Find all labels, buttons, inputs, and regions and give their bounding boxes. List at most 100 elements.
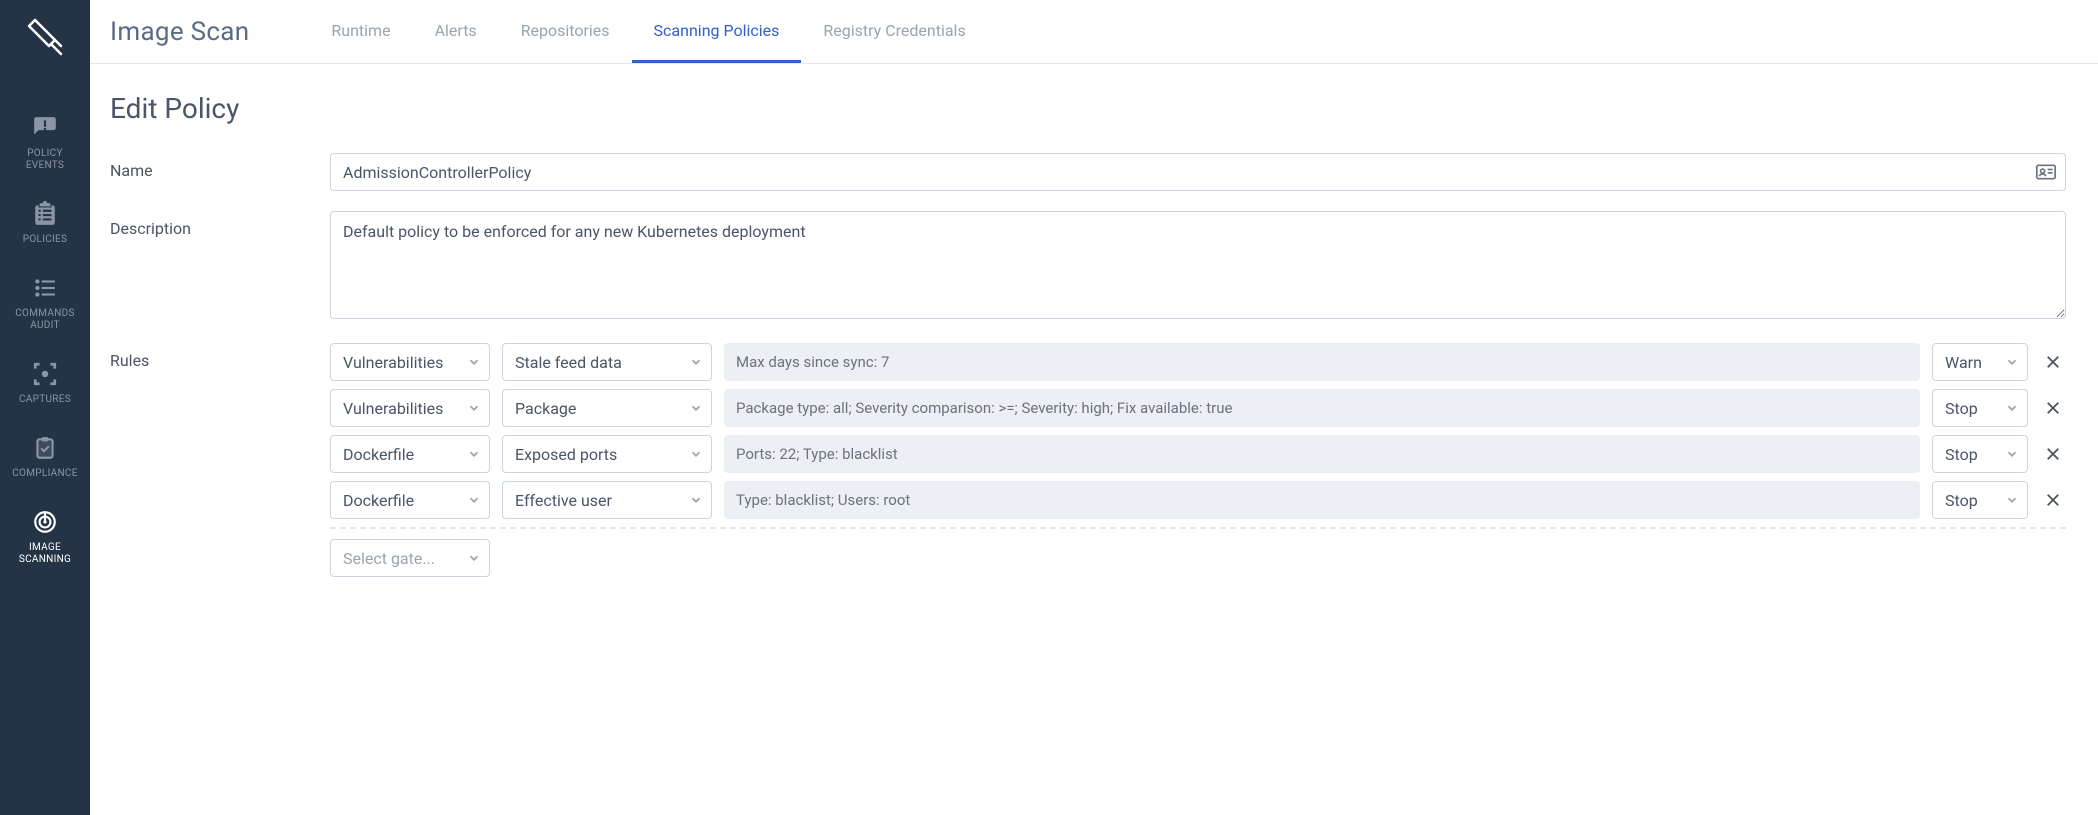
rule-remove-button[interactable] (2040, 445, 2066, 463)
rule-gate-select[interactable]: Vulnerabilities (330, 389, 490, 427)
select-value: Stop (1945, 491, 1978, 510)
id-card-icon (2036, 164, 2056, 180)
clipboard-check-icon (31, 434, 59, 462)
rule-action-select[interactable]: Stop (1932, 435, 2028, 473)
select-placeholder: Select gate... (343, 549, 435, 568)
close-icon (2044, 353, 2062, 371)
rule-params-display[interactable]: Package type: all; Severity comparison: … (724, 389, 1920, 427)
rule-trigger-select[interactable]: Exposed ports (502, 435, 712, 473)
sidebar-item-compliance[interactable]: COMPLIANCE (0, 420, 90, 494)
page-heading: Edit Policy (110, 92, 2066, 125)
rule-gate-select[interactable]: Dockerfile (330, 481, 490, 519)
tab-label: Registry Credentials (823, 21, 965, 40)
chevron-down-icon (467, 355, 481, 369)
tab-runtime[interactable]: Runtime (309, 0, 412, 63)
main: Image Scan Runtime Alerts Repositories S… (90, 0, 2098, 815)
rule-trigger-select[interactable]: Package (502, 389, 712, 427)
rule-params-text: Ports: 22; Type: blacklist (736, 445, 898, 463)
chevron-down-icon (467, 401, 481, 415)
chevron-down-icon (467, 551, 481, 565)
sidebar-item-captures[interactable]: CAPTURES (0, 346, 90, 420)
capture-icon (31, 360, 59, 388)
chevron-down-icon (2005, 401, 2019, 415)
tab-scanning-policies[interactable]: Scanning Policies (632, 0, 802, 63)
rule-params-display[interactable]: Ports: 22; Type: blacklist (724, 435, 1920, 473)
select-value: Dockerfile (343, 445, 414, 464)
select-value: Warn (1945, 353, 1982, 372)
clipboard-icon (31, 200, 59, 228)
select-value: Vulnerabilities (343, 353, 443, 372)
chevron-down-icon (2005, 355, 2019, 369)
tabs: Runtime Alerts Repositories Scanning Pol… (309, 0, 987, 63)
chevron-down-icon (689, 493, 703, 507)
select-value: Package (515, 399, 576, 418)
close-icon (2044, 445, 2062, 463)
rule-action-select[interactable]: Warn (1932, 343, 2028, 381)
tab-registry-credentials[interactable]: Registry Credentials (801, 0, 987, 63)
chevron-down-icon (689, 401, 703, 415)
rule-params-text: Max days since sync: 7 (736, 353, 889, 371)
list-icon (31, 274, 59, 302)
rule-params-text: Type: blacklist; Users: root (736, 491, 910, 509)
tab-label: Scanning Policies (654, 21, 780, 40)
module-title: Image Scan (110, 17, 249, 47)
sidebar-item-policy-events[interactable]: POLICY EVENTS (0, 100, 90, 186)
rule-params-text: Package type: all; Severity comparison: … (736, 399, 1232, 417)
chevron-down-icon (2005, 447, 2019, 461)
sidebar-item-label: COMPLIANCE (12, 468, 77, 480)
rule-remove-button[interactable] (2040, 491, 2066, 509)
name-input[interactable] (330, 153, 2066, 191)
tab-alerts[interactable]: Alerts (413, 0, 499, 63)
form-row-name: Name (110, 153, 2066, 191)
rule-trigger-select[interactable]: Effective user (502, 481, 712, 519)
sidebar-item-label: CAPTURES (19, 394, 71, 406)
sidebar-item-image-scanning[interactable]: IMAGE SCANNING (0, 494, 90, 580)
rule-params-display[interactable]: Max days since sync: 7 (724, 343, 1920, 381)
alert-message-icon (31, 114, 59, 142)
form-row-description: Description (110, 211, 2066, 323)
rule-remove-button[interactable] (2040, 399, 2066, 417)
rule-remove-button[interactable] (2040, 353, 2066, 371)
add-gate-select[interactable]: Select gate... (330, 539, 490, 577)
form-row-rules: Rules Vulnerabilities Stale feed data Ma… (110, 343, 2066, 585)
select-value: Stop (1945, 399, 1978, 418)
radar-icon (31, 508, 59, 536)
chevron-down-icon (467, 493, 481, 507)
select-value: Effective user (515, 491, 612, 510)
select-value: Stop (1945, 445, 1978, 464)
sidebar-item-commands-audit[interactable]: COMMANDS AUDIT (0, 260, 90, 346)
topbar: Image Scan Runtime Alerts Repositories S… (90, 0, 2098, 64)
rules-label: Rules (110, 343, 330, 370)
rule-gate-select[interactable]: Vulnerabilities (330, 343, 490, 381)
chevron-down-icon (689, 447, 703, 461)
rule-params-display[interactable]: Type: blacklist; Users: root (724, 481, 1920, 519)
name-label: Name (110, 153, 330, 180)
tab-label: Alerts (435, 21, 477, 40)
rule-gate-select[interactable]: Dockerfile (330, 435, 490, 473)
rules-divider (330, 527, 2066, 529)
sidebar-item-label: IMAGE SCANNING (19, 542, 71, 566)
rule-trigger-select[interactable]: Stale feed data (502, 343, 712, 381)
rule-row: Dockerfile Effective user Type: blacklis… (330, 481, 2066, 519)
close-icon (2044, 399, 2062, 417)
content: Edit Policy Name Description Rules (90, 64, 2098, 815)
sidebar-item-label: POLICIES (23, 234, 68, 246)
chevron-down-icon (689, 355, 703, 369)
rule-action-select[interactable]: Stop (1932, 389, 2028, 427)
select-value: Stale feed data (515, 353, 622, 372)
tab-label: Repositories (521, 21, 610, 40)
tab-repositories[interactable]: Repositories (499, 0, 632, 63)
rule-action-select[interactable]: Stop (1932, 481, 2028, 519)
description-textarea[interactable] (330, 211, 2066, 319)
sidebar: POLICY EVENTS POLICIES COMMANDS AUDIT CA… (0, 0, 90, 815)
rule-row: Vulnerabilities Package Package type: al… (330, 389, 2066, 427)
sidebar-item-policies[interactable]: POLICIES (0, 186, 90, 260)
tab-label: Runtime (331, 21, 390, 40)
chevron-down-icon (2005, 493, 2019, 507)
select-value: Dockerfile (343, 491, 414, 510)
add-rule-row: Select gate... (330, 539, 2066, 577)
close-icon (2044, 491, 2062, 509)
sidebar-item-label: COMMANDS AUDIT (15, 308, 75, 332)
select-value: Exposed ports (515, 445, 617, 464)
app-logo (21, 12, 69, 60)
